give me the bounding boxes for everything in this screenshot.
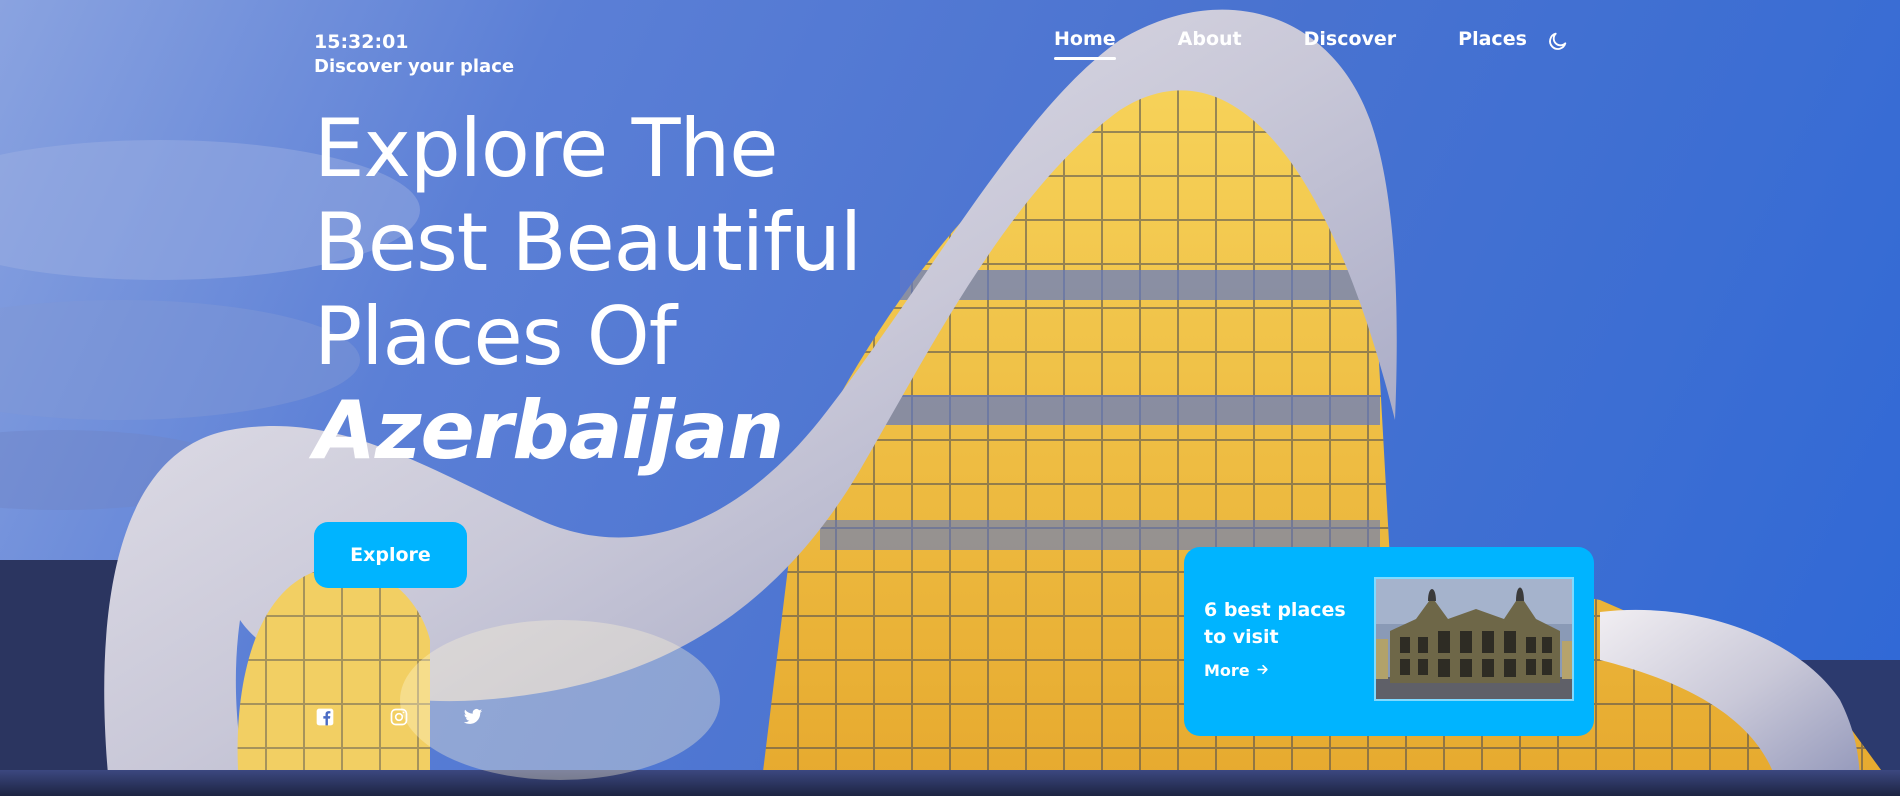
hero-title-line-1: Explore The — [314, 102, 778, 195]
instagram-icon[interactable] — [388, 706, 410, 728]
facebook-icon[interactable] — [314, 706, 336, 728]
hero-title-country: Azerbaijan — [314, 384, 784, 477]
promo-image — [1374, 577, 1574, 701]
explore-button[interactable]: Explore — [314, 522, 467, 588]
nav-link-home[interactable]: Home — [1054, 28, 1116, 60]
hero-title: Explore The Best Beautiful Places Of Aze… — [314, 102, 862, 478]
arrow-right-icon — [1256, 661, 1269, 680]
promo-more-label: More — [1204, 661, 1250, 680]
promo-more-link[interactable]: More — [1204, 661, 1269, 680]
main-nav: Home About Discover Places — [1054, 28, 1569, 60]
hero-title-line-2: Best Beautiful — [314, 196, 862, 289]
social-links — [314, 706, 536, 728]
nav-link-places[interactable]: Places — [1458, 28, 1527, 60]
site-tagline: Discover your place — [314, 56, 515, 77]
brand-block: 15:32:01 Discover your place — [314, 30, 514, 80]
hero-title-line-3: Places Of — [314, 290, 677, 383]
hero-background-image — [0, 9, 1900, 796]
moon-icon[interactable] — [1547, 30, 1569, 52]
promo-title: 6 best places to visit — [1204, 599, 1346, 648]
nav-link-discover[interactable]: Discover — [1304, 28, 1397, 60]
nav-link-about[interactable]: About — [1178, 28, 1242, 60]
hero-section: 15:32:01 Discover your place Home About … — [0, 0, 1900, 796]
clock-time: 15:32:01 — [314, 31, 409, 53]
promo-card: 6 best places to visit More — [1184, 547, 1594, 736]
twitter-icon[interactable] — [462, 706, 484, 728]
